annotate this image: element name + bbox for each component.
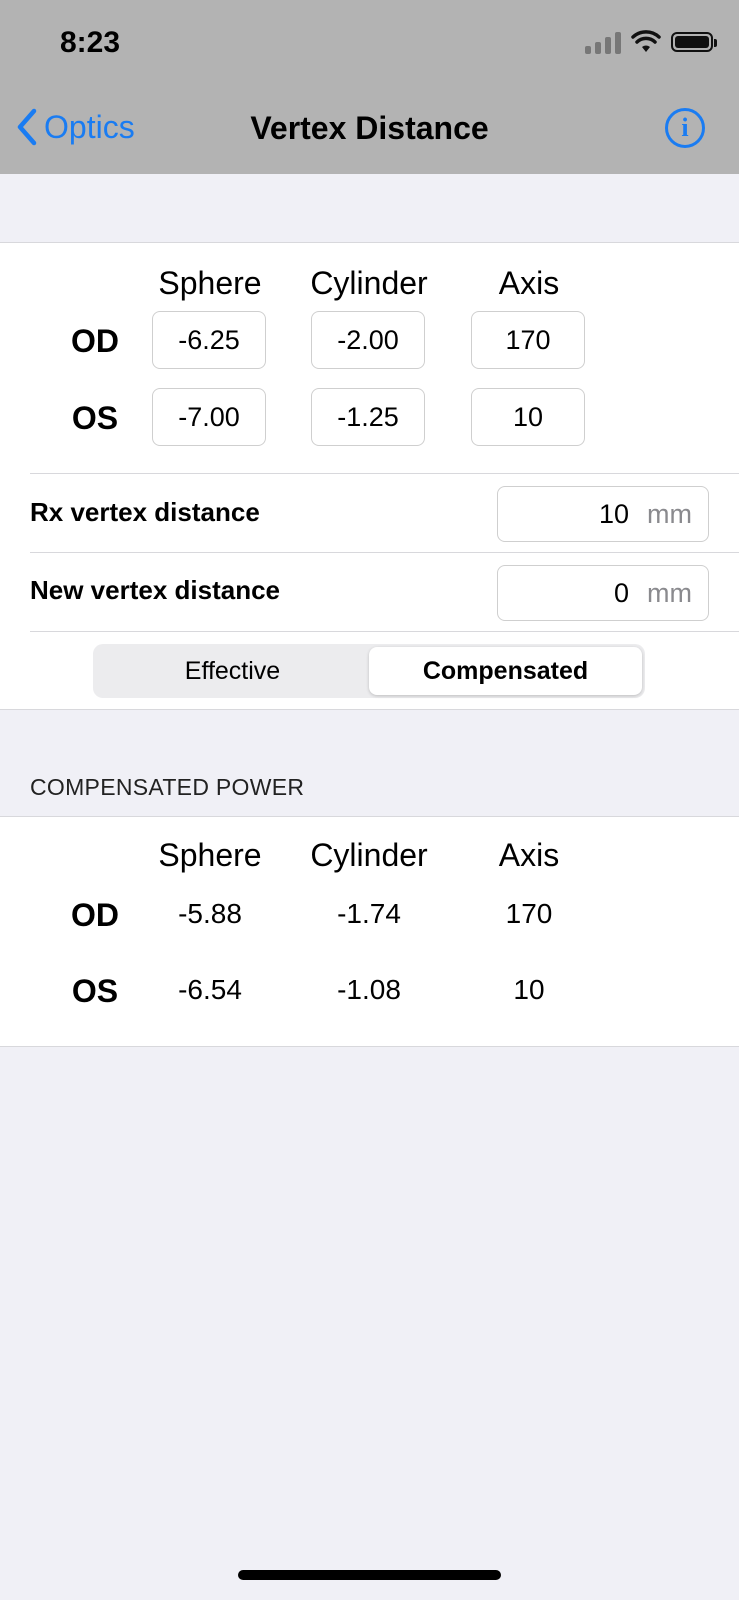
result-od-sphere: -5.88 xyxy=(178,898,242,929)
rx-vertex-label: Rx vertex distance xyxy=(30,497,260,527)
divider xyxy=(30,473,739,474)
mode-segmented-control: Effective Compensated xyxy=(93,644,645,698)
row-label-os: OS xyxy=(71,400,119,436)
rx-vertex-value: 10 xyxy=(598,498,630,529)
segment-effective[interactable]: Effective xyxy=(96,647,369,695)
od-axis-input[interactable]: 170 xyxy=(471,311,585,369)
od-cylinder-input[interactable]: -2.00 xyxy=(311,311,425,369)
result-column-sphere: Sphere xyxy=(158,837,262,873)
info-icon[interactable]: i xyxy=(665,108,705,148)
status-time: 8:23 xyxy=(60,26,121,59)
page-title: Vertex Distance xyxy=(250,110,489,146)
column-header-sphere: Sphere xyxy=(158,265,262,301)
navigation-header: 8:23 Optics Vertex Distance i xyxy=(0,0,739,174)
divider xyxy=(30,631,739,632)
divider xyxy=(30,552,739,553)
new-vertex-field[interactable]: 0 mm xyxy=(497,565,709,621)
result-column-cylinder: Cylinder xyxy=(310,837,428,873)
result-column-axis: Axis xyxy=(498,837,560,873)
result-os-axis: 10 xyxy=(513,974,545,1005)
wifi-icon xyxy=(631,30,661,52)
battery-icon xyxy=(671,32,717,52)
status-icons xyxy=(585,30,717,54)
result-od-axis: 170 xyxy=(505,898,553,929)
od-sphere-input[interactable]: -6.25 xyxy=(152,311,266,369)
home-indicator[interactable] xyxy=(238,1570,501,1580)
os-cylinder-input[interactable]: -1.25 xyxy=(311,388,425,446)
rx-vertex-field[interactable]: 10 mm xyxy=(497,486,709,542)
column-header-cylinder: Cylinder xyxy=(310,265,428,301)
result-od-cylinder: -1.74 xyxy=(337,898,401,929)
result-row-label-od: OD xyxy=(71,897,119,933)
new-vertex-label: New vertex distance xyxy=(30,575,281,605)
result-os-cylinder: -1.08 xyxy=(337,974,401,1005)
rx-vertex-unit: mm xyxy=(647,498,692,529)
result-row-label-os: OS xyxy=(71,973,119,1009)
new-vertex-value: 0 xyxy=(613,577,630,608)
column-header-axis: Axis xyxy=(498,265,560,301)
result-section: Sphere Cylinder Axis OD -5.88 -1.74 170 … xyxy=(0,816,739,1047)
section-header-compensated-power: COMPENSATED POWER xyxy=(30,774,305,800)
cellular-signal-icon xyxy=(585,30,621,54)
os-sphere-input[interactable]: -7.00 xyxy=(152,388,266,446)
result-os-sphere: -6.54 xyxy=(178,974,242,1005)
row-label-od: OD xyxy=(71,323,119,359)
segment-compensated[interactable]: Compensated xyxy=(369,647,642,695)
prescription-section: Sphere Cylinder Axis OD -6.25 -2.00 170 … xyxy=(0,242,739,710)
new-vertex-unit: mm xyxy=(647,577,692,608)
os-axis-input[interactable]: 10 xyxy=(471,388,585,446)
